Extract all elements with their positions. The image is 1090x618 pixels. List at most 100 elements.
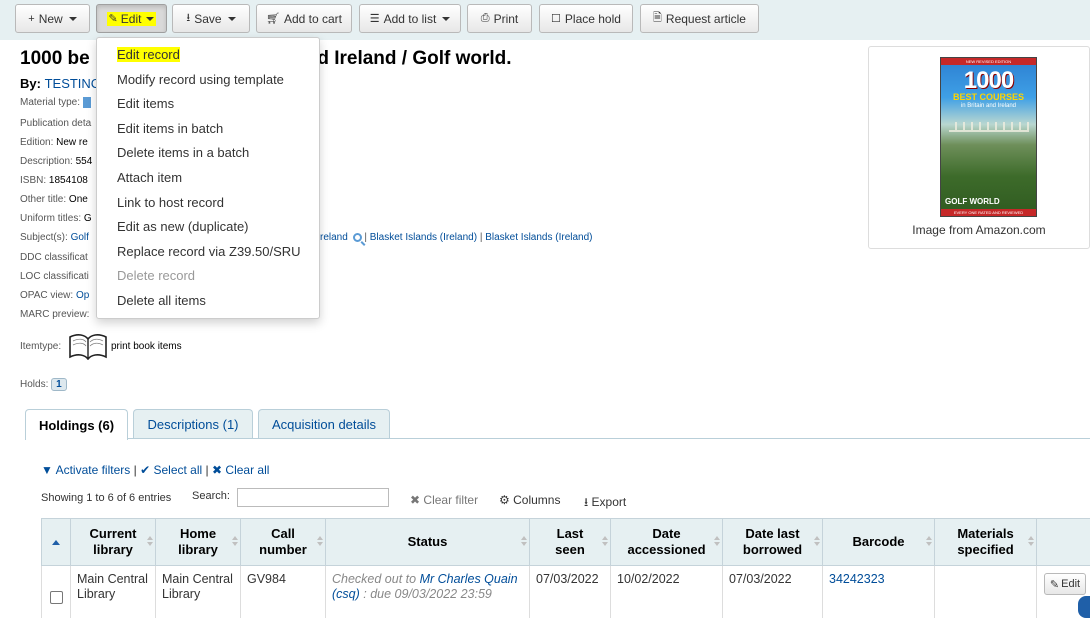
edition-value: New re [56,137,88,148]
column-header-materials-specified[interactable]: Materials specified [935,518,1037,566]
column-header-date-last-borrowed[interactable]: Date last borrowed [723,518,823,566]
clear-filter-label: Clear filter [423,493,479,507]
request-article-button[interactable]: 🗎︎ Request article [640,4,759,33]
menu-item-edit-record[interactable]: Edit record [117,47,180,62]
gear-icon: ⚙ [499,493,510,507]
clear-all-link[interactable]: ✖ Clear all [212,463,269,477]
edition-field: Edition: New re [20,137,88,148]
column-header-last-seen[interactable]: Last seen [530,518,611,566]
place-hold-button[interactable]: ☐ Place hold [539,4,633,33]
column-header-current-library[interactable]: Current library [71,518,156,566]
subject-link[interactable]: Blasket Islands (Ireland) [370,232,477,243]
tab-descriptions[interactable]: Descriptions (1) [133,409,253,439]
new-button[interactable]: + New [15,4,90,33]
toolbar: + New ✎ Edit ⭳ Save 🛒︎ Add to cart ☰ Add… [0,0,1090,40]
export-button[interactable]: ⭳ Export [584,493,626,514]
uniform-titles-label: Uniform titles: [20,213,82,224]
select-all-link[interactable]: ✔ Select all [140,463,202,477]
activate-filters-link[interactable]: ▼ Activate filters [41,463,130,477]
caret-down-icon [68,16,77,21]
actions-column-header [1037,518,1090,566]
item-edit-button[interactable]: ✎ Edit [1044,573,1086,595]
cover-number: 1000 [963,67,1014,94]
menu-item-link-host[interactable]: Link to host record [117,195,224,210]
table-cell-status: Checked out to Mr Charles Quain (csq) : … [326,566,530,618]
table-cell-date-last-borrowed: 07/03/2022 [723,566,823,618]
cover-bridge-illustration [949,122,1029,132]
tab-acquisition-details[interactable]: Acquisition details [258,409,390,439]
book-cover-image[interactable]: NEW REVISED EDITION 1000 BEST COURSES in… [940,57,1037,217]
loc-label: LOC classificati [20,271,89,282]
select-column-header[interactable] [41,518,71,566]
opac-link[interactable]: Op [76,290,89,301]
menu-item-delete-record: Delete record [117,268,196,283]
add-to-list-button[interactable]: ☰ Add to list [359,4,461,33]
print-button[interactable]: ⎙ Print [467,4,532,33]
column-header-barcode[interactable]: Barcode [823,518,935,566]
other-title-value: One [68,194,88,205]
ddc-label: DDC classificat [20,252,88,263]
publication-label: Publication deta [20,118,92,129]
close-icon: ✖ [410,493,421,507]
status-due: : due 09/03/2022 23:59 [363,587,492,601]
subject-link[interactable]: Golf [71,232,89,243]
uniform-titles-value: G [83,213,92,224]
table-row-select-cell [41,566,71,618]
column-header-date-accessioned[interactable]: Date accessioned [611,518,723,566]
tab-holdings[interactable]: Holdings (6) [25,409,128,440]
description-field: Description: 554 [20,156,92,167]
author-link[interactable]: TESTINC [45,76,101,91]
edit-button[interactable]: ✎ Edit [96,4,167,33]
tabs-divider [128,438,1090,439]
new-button-label: New [38,11,63,26]
subject-link[interactable]: reland [320,232,348,243]
select-all-label: Select all [153,463,203,477]
column-header-home-library[interactable]: Home library [156,518,241,566]
save-button[interactable]: ⭳ Save [172,4,250,33]
table-cell-current-library: Main Central Library [71,566,156,618]
header-label: Status [407,534,448,549]
menu-item-attach-item[interactable]: Attach item [117,170,182,185]
clear-all-label: Clear all [225,463,270,477]
row-select-checkbox[interactable] [50,591,63,604]
material-type-field: Material type: [20,97,91,108]
subject-link[interactable]: Blasket Islands (Ireland) [485,232,592,243]
showing-entries-info: Showing 1 to 6 of 6 entries [41,492,172,504]
column-header-call-number[interactable]: Call number [241,518,326,566]
column-header-status[interactable]: Status [326,518,530,566]
clear-filter-button[interactable]: ✖ Clear filter [410,493,478,507]
check-icon: ✔ [140,463,151,477]
menu-item-edit-items-batch[interactable]: Edit items in batch [117,121,223,136]
close-icon: ✖ [212,463,223,477]
save-button-label: Save [194,11,222,26]
columns-button[interactable]: ⚙ Columns [499,493,560,507]
list-icon: ☰ [369,13,380,25]
search-icon[interactable] [352,232,362,242]
record-author: By: TESTINC [20,76,100,91]
subjects-field-continued: reland | Blasket Islands (Ireland) | Bla… [320,232,593,243]
holds-count-badge[interactable]: 1 [51,378,67,391]
cart-icon: 🛒︎ [266,13,280,25]
barcode-link[interactable]: 34242323 [829,572,885,586]
other-title-label: Other title: [20,194,67,205]
activate-filters-label: Activate filters [55,463,131,477]
filter-icon: ▼ [41,463,53,477]
columns-label: Columns [513,493,561,507]
file-icon: 🗎︎ [653,12,662,24]
menu-item-label: Edit record [117,47,180,62]
caret-down-icon [227,16,236,21]
menu-item-delete-items-batch[interactable]: Delete items in a batch [117,145,249,160]
menu-item-delete-all-items[interactable]: Delete all items [117,293,206,308]
description-value: 554 [75,156,93,167]
table-cell-home-library: Main Central Library [156,566,241,618]
menu-item-modify-template[interactable]: Modify record using template [117,72,284,87]
header-label: Last seen [555,526,585,557]
menu-item-edit-as-new[interactable]: Edit as new (duplicate) [117,219,249,234]
scroll-to-top-handle[interactable] [1078,596,1090,618]
menu-item-edit-items[interactable]: Edit items [117,96,174,111]
menu-item-replace-record[interactable]: Replace record via Z39.50/SRU [117,244,301,259]
other-title-field: Other title: One [20,194,88,205]
header-label: Date accessioned [627,526,706,557]
add-to-cart-button[interactable]: 🛒︎ Add to cart [256,4,352,33]
search-input[interactable] [237,488,389,507]
